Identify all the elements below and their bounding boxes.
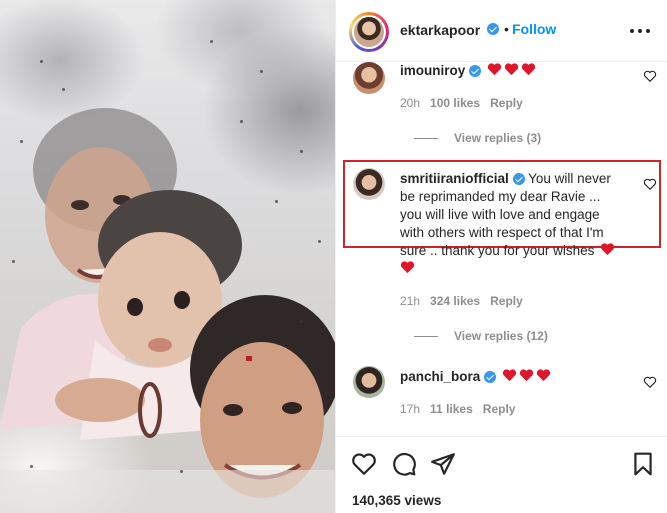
commenter-avatar[interactable] [353, 62, 385, 94]
verified-badge-icon [484, 371, 497, 384]
red-heart-emoji-icon [519, 369, 533, 382]
comment-time: 17h [400, 402, 421, 416]
commenter-username[interactable]: smritiiraniofficial [400, 171, 509, 186]
comment-like-heart-icon[interactable] [643, 69, 657, 83]
post-actions-footer: 140,365 views [336, 436, 667, 513]
comment-body: imouniroy [400, 62, 536, 80]
view-replies-label: View replies (3) [454, 131, 542, 145]
red-heart-emoji-icon [521, 63, 535, 76]
comment-reply-button[interactable]: Reply [490, 294, 523, 308]
verified-badge-icon [469, 65, 482, 78]
heart-outline-icon[interactable] [351, 451, 377, 477]
comment-text-line: be reprimanded my dear Ravie ... [400, 189, 601, 204]
comment-text-line: You will never [528, 171, 611, 186]
comment-reply-button[interactable]: Reply [483, 402, 516, 416]
commenter-username[interactable]: panchi_bora [400, 369, 480, 384]
comment-meta: 20h 100 likes Reply [400, 96, 523, 110]
photo-people [0, 108, 335, 513]
red-heart-emoji-icon [502, 369, 516, 382]
verified-badge-icon [487, 23, 499, 35]
commenter-avatar[interactable] [353, 366, 385, 398]
red-heart-emoji-icon [487, 63, 501, 76]
view-replies-button[interactable]: View replies (12) [414, 329, 548, 343]
red-heart-emoji-icon [600, 243, 615, 256]
more-options-icon[interactable] [630, 22, 654, 38]
verified-badge-icon [512, 173, 525, 186]
comment-meta: 17h 11 likes Reply [400, 402, 515, 416]
comment-body: panchi_bora [400, 368, 551, 386]
post-media-image[interactable] [0, 0, 335, 513]
comment-meta: 21h 324 likes Reply [400, 294, 523, 308]
paper-plane-icon[interactable] [430, 451, 456, 477]
views-count[interactable]: 140,365 views [352, 493, 441, 508]
author-username[interactable]: ektarkapoor [400, 22, 480, 38]
header-separator: • [504, 21, 509, 37]
comment-like-heart-icon[interactable] [643, 177, 657, 191]
bookmark-icon[interactable] [630, 451, 656, 477]
comment-likes[interactable]: 324 likes [430, 294, 480, 308]
red-heart-emoji-icon [400, 261, 415, 274]
comment-like-heart-icon[interactable] [643, 375, 657, 389]
comment-text-line: you will live with love and engage [400, 207, 600, 222]
commenter-avatar[interactable] [353, 168, 385, 200]
post-side-panel: ektarkapoor • Follow imouniroy 20h 100 l… [335, 0, 667, 513]
view-replies-button[interactable]: View replies (3) [414, 131, 541, 145]
comment-likes[interactable]: 100 likes [430, 96, 480, 110]
comment-likes[interactable]: 11 likes [430, 402, 473, 416]
post-header: ektarkapoor • Follow [336, 0, 667, 62]
comment-time: 20h [400, 96, 421, 110]
speech-bubble-icon[interactable] [391, 451, 417, 477]
comment-text-line: with others with respect of that I'm [400, 225, 604, 240]
view-replies-label: View replies (12) [454, 329, 548, 343]
red-heart-emoji-icon [504, 63, 518, 76]
author-avatar[interactable] [349, 12, 389, 52]
comments-list: imouniroy 20h 100 likes Reply View repli… [336, 62, 667, 435]
comment-body: smritiiraniofficial You will never be re… [400, 170, 652, 278]
comment-reply-button[interactable]: Reply [490, 96, 523, 110]
follow-button[interactable]: Follow [512, 21, 556, 37]
red-heart-emoji-icon [536, 369, 550, 382]
commenter-username[interactable]: imouniroy [400, 63, 465, 78]
comment-text-line: sure .. thank you for your wishes [400, 243, 595, 258]
comment-time: 21h [400, 294, 421, 308]
